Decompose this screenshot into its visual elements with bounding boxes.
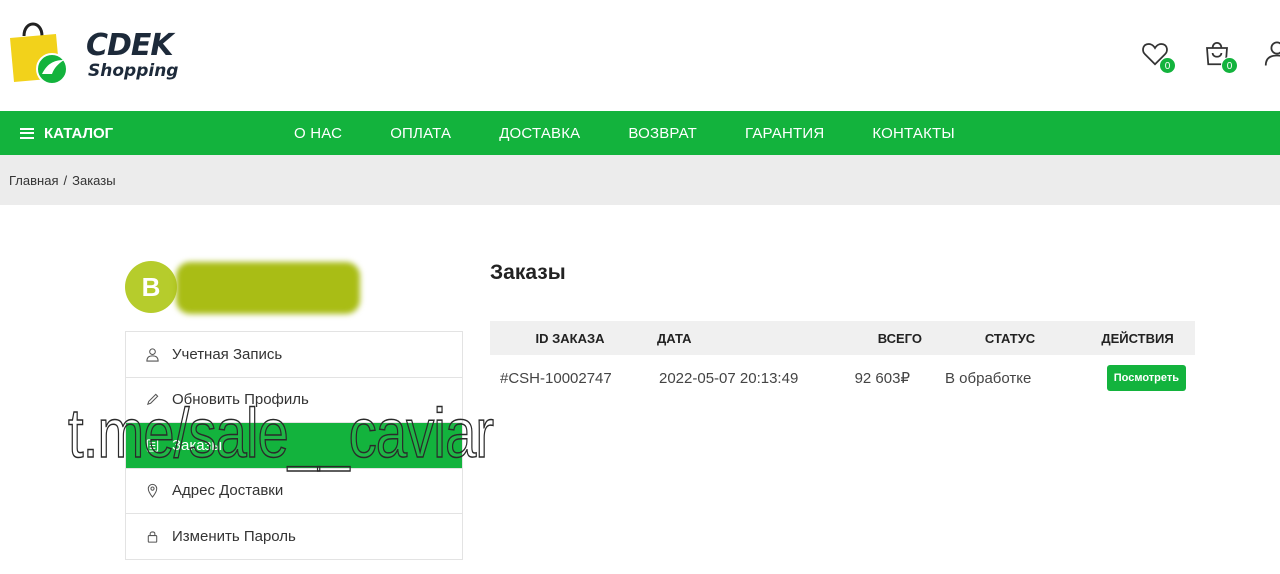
sidebar-item-orders[interactable]: Заказы — [126, 423, 462, 469]
nav-item-warranty[interactable]: ГАРАНТИЯ — [721, 125, 848, 142]
nav-item-return[interactable]: ВОЗВРАТ — [604, 125, 721, 142]
order-actions-cell: Посмотреть — [1080, 355, 1195, 401]
catalog-menu-button[interactable]: КАТАЛОГ — [20, 111, 113, 155]
redacted-username — [176, 262, 360, 314]
sidebar-item-account[interactable]: Учетная Запись — [126, 332, 462, 378]
main-nav: КАТАЛОГ О НАС ОПЛАТА ДОСТАВКА ВОЗВРАТ ГА… — [0, 111, 1280, 155]
account-sidebar-menu: Учетная Запись Обновить Профиль Заказы А… — [125, 331, 463, 560]
pencil-icon — [144, 392, 160, 408]
sidebar-item-label: Изменить Пароль — [172, 527, 296, 545]
breadcrumb-current: Заказы — [72, 172, 116, 188]
sidebar-item-delivery-address[interactable]: Адрес Доставки — [126, 468, 462, 514]
nav-links: О НАС ОПЛАТА ДОСТАВКА ВОЗВРАТ ГАРАНТИЯ К… — [270, 111, 979, 155]
nav-item-payment[interactable]: ОПЛАТА — [366, 125, 475, 142]
nav-item-about[interactable]: О НАС — [270, 125, 366, 142]
user-icon — [144, 346, 160, 362]
shopping-bag-logo-icon — [10, 22, 68, 85]
orders-table: ID ЗАКАЗА ДАТА ВСЕГО СТАТУС ДЕЙСТВИЯ #CS… — [490, 321, 1195, 401]
hamburger-icon — [20, 127, 34, 139]
view-order-button[interactable]: Посмотреть — [1106, 365, 1186, 391]
order-status: В обработке — [945, 369, 1032, 387]
cart-button[interactable]: 0 — [1202, 38, 1238, 74]
avatar: B — [125, 261, 177, 313]
column-header-date: ДАТА — [650, 321, 840, 355]
sidebar-item-label: Заказы — [172, 436, 223, 454]
breadcrumb-separator: / — [63, 172, 68, 188]
sidebar-item-update-profile[interactable]: Обновить Профиль — [126, 377, 462, 423]
table-row: #CSH-10002747 2022-05-07 20:13:49 92 603… — [490, 355, 1195, 401]
nav-item-delivery[interactable]: ДОСТАВКА — [475, 125, 604, 142]
sidebar-item-change-password[interactable]: Изменить Пароль — [126, 514, 462, 560]
logo-wordmark: CDEK — [86, 28, 174, 63]
column-header-status: СТАТУС — [940, 321, 1080, 355]
page-title: Заказы — [490, 261, 566, 284]
user-icon — [1264, 41, 1280, 66]
order-id: #CSH-10002747 — [500, 369, 612, 387]
breadcrumb: Главная / Заказы — [0, 155, 1280, 205]
list-icon — [144, 437, 160, 453]
cart-count-badge: 0 — [1221, 57, 1238, 74]
sidebar-item-label: Учетная Запись — [172, 345, 283, 363]
column-header-order-id: ID ЗАКАЗА — [490, 321, 650, 355]
sidebar-item-label: Обновить Профиль — [172, 391, 309, 409]
order-date: 2022-05-07 20:13:49 — [659, 369, 799, 387]
sidebar-item-label: Адрес Доставки — [172, 482, 284, 500]
wishlist-count-badge: 0 — [1159, 57, 1176, 74]
order-total: 92 603₽ — [854, 370, 910, 387]
column-header-total: ВСЕГО — [840, 321, 940, 355]
catalog-label: КАТАЛОГ — [44, 124, 114, 142]
breadcrumb-home-link[interactable]: Главная — [9, 173, 58, 188]
account-button[interactable] — [1262, 38, 1280, 74]
nav-item-contacts[interactable]: КОНТАКТЫ — [848, 125, 979, 142]
column-header-actions: ДЕЙСТВИЯ — [1080, 321, 1195, 355]
wishlist-button[interactable]: 0 — [1140, 38, 1176, 74]
site-header: CDEK Shopping 0 0 — [0, 0, 1280, 111]
lock-icon — [144, 528, 160, 544]
logo-subtitle: Shopping — [88, 61, 179, 81]
site-logo[interactable]: CDEK Shopping — [8, 14, 178, 86]
orders-table-header: ID ЗАКАЗА ДАТА ВСЕГО СТАТУС ДЕЙСТВИЯ — [490, 321, 1195, 355]
location-icon — [144, 483, 160, 499]
